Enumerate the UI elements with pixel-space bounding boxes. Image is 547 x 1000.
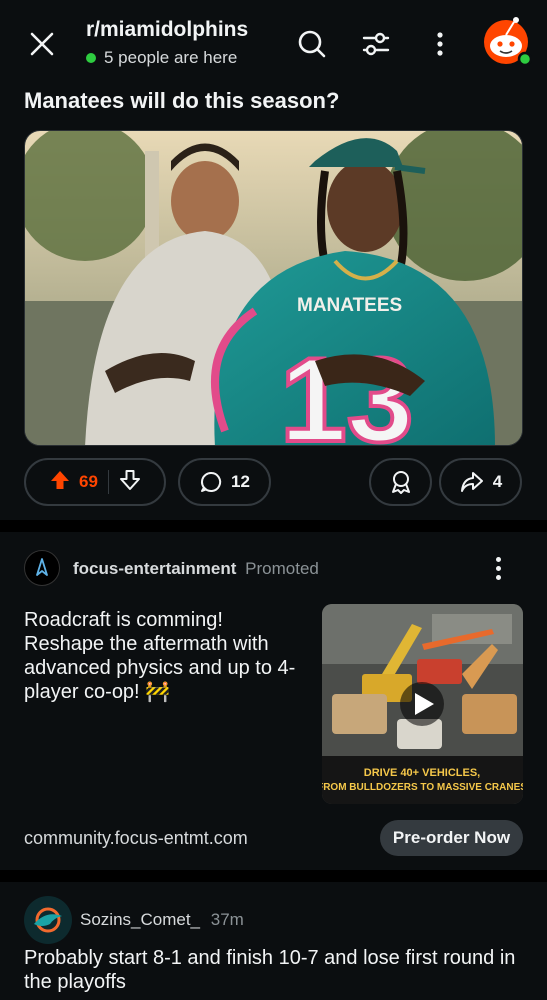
dolphin-logo-icon [34,907,62,933]
close-button[interactable] [22,24,62,64]
ad-link[interactable]: community.focus-entmt.com [24,828,248,849]
user-avatar[interactable] [480,14,533,67]
downvote-button[interactable] [119,469,141,496]
filter-icon [362,32,390,56]
ad-body-text[interactable]: Roadcraft is comming! Reshape the afterm… [24,608,304,704]
search-icon [298,30,326,58]
ad-header: focus-entertainment Promoted [73,559,319,579]
dot [495,565,501,571]
downvote-icon [119,469,140,490]
jersey-text: MANATEES [297,295,402,316]
upvote-icon [51,470,70,489]
filter-button[interactable] [356,24,396,64]
preorder-button[interactable]: Pre-order Now [380,820,523,856]
share-count: 4 [492,472,503,491]
comment-count: 12 [231,472,250,491]
award-button[interactable] [369,458,432,506]
post-actions: 69 12 4 [0,458,547,508]
ad-media-caption-line2: FROM BULLDOZERS TO MASSIVE CRANES [322,782,523,793]
more-vertical-icon [437,32,443,56]
upvote-count: 69 [79,472,98,491]
presence-indicator: 5 people are here [86,48,248,68]
comment-text[interactable]: Probably start 8-1 and finish 10-7 and l… [24,946,524,994]
focus-logo-icon [36,558,48,576]
advertiser-name[interactable]: focus-entertainment [73,559,236,578]
presence-text: 5 people are here [104,48,238,67]
feed-divider [0,520,547,532]
ad-media-caption-line1: DRIVE 40+ VEHICLES, [364,767,480,779]
share-icon [460,472,483,492]
dot [495,574,501,580]
search-button[interactable] [292,24,332,64]
comment-author[interactable]: Sozins_Comet_ [80,910,200,929]
vote-separator [107,470,109,494]
comment-header: Sozins_Comet_ 37m [80,910,244,930]
ad-more-button[interactable] [488,553,508,583]
comments-button[interactable]: 12 [178,458,271,506]
top-bar: r/miamidolphins 5 people are here [0,0,547,82]
comment-bubble-icon [201,471,222,492]
promoted-label: Promoted [245,559,319,578]
comment-time: 37m [210,910,244,929]
ad-video-thumbnail[interactable]: DRIVE 40+ VEHICLES, FROM BULLDOZERS TO M… [322,604,523,804]
subreddit-header[interactable]: r/miamidolphins 5 people are here [86,18,248,68]
upvote-button[interactable] [49,469,71,496]
award-icon [391,471,410,494]
dot [495,556,501,562]
share-button[interactable]: 4 [439,458,522,506]
ad-media-scene: DRIVE 40+ VEHICLES, FROM BULLDOZERS TO M… [322,604,523,804]
snoo-avatar-icon [484,17,533,67]
subreddit-name[interactable]: r/miamidolphins [86,18,248,42]
commenter-avatar[interactable] [24,896,72,944]
vote-control: 69 [24,458,166,506]
post-title[interactable]: Manatees will do this season? [24,88,339,114]
online-dot [86,53,96,63]
more-options-button[interactable] [420,24,460,64]
advertiser-avatar[interactable] [24,550,60,586]
post-image-scene: MANATEES 13 [25,131,522,445]
close-icon [30,32,54,56]
post-image[interactable]: MANATEES 13 [24,130,523,446]
feed-divider [0,870,547,882]
